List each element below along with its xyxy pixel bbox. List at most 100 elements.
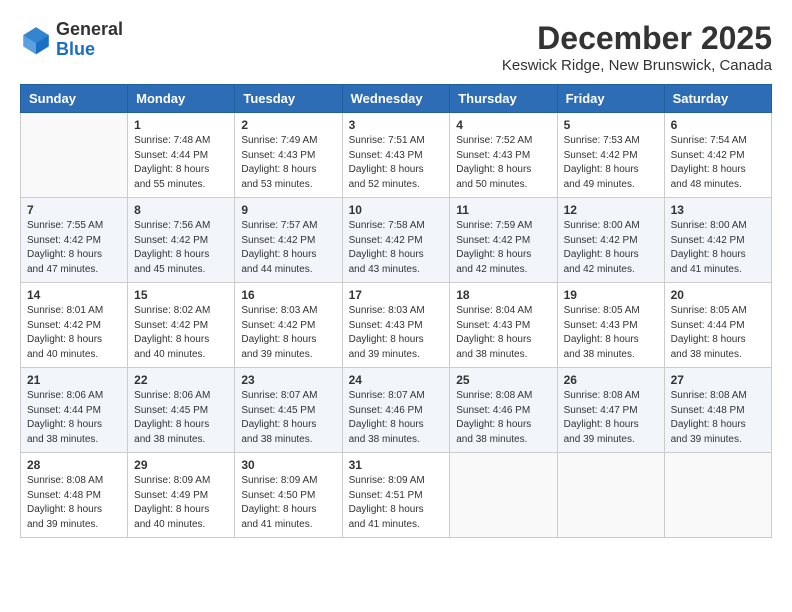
logo-icon — [20, 24, 52, 56]
day-number: 14 — [27, 288, 121, 302]
day-number: 4 — [456, 118, 550, 132]
calendar-cell: 2 Sunrise: 7:49 AM Sunset: 4:43 PM Daylig… — [235, 113, 342, 198]
calendar-cell: 21 Sunrise: 8:06 AM Sunset: 4:44 PM Dayli… — [21, 368, 128, 453]
calendar-cell: 6Sunrise: 7:54 AM Sunset: 4:42 PM Daylig… — [664, 113, 771, 198]
day-number: 21 — [27, 373, 121, 387]
day-info: Sunrise: 7:58 AM Sunset: 4:42 PM Dayligh… — [349, 219, 444, 277]
weekday-header-wednesday: Wednesday — [342, 85, 450, 113]
calendar-cell: 22 Sunrise: 8:06 AM Sunset: 4:45 PM Dayli… — [128, 368, 235, 453]
day-info: Sunrise: 7:56 AM Sunset: 4:42 PM Dayligh… — [134, 219, 228, 277]
day-number: 18 — [456, 288, 550, 302]
calendar-cell: 1Sunrise: 7:48 AM Sunset: 4:44 PM Daylig… — [128, 113, 235, 198]
day-number: 9 — [241, 203, 335, 217]
day-number: 7 — [27, 203, 121, 217]
calendar-cell: 11 Sunrise: 7:59 AM Sunset: 4:42 PM Dayli… — [450, 198, 557, 283]
day-info: Sunrise: 8:06 AM Sunset: 4:44 PM Dayligh… — [27, 389, 121, 447]
day-info: Sunrise: 8:07 AM Sunset: 4:45 PM Dayligh… — [241, 389, 335, 447]
day-info: Sunrise: 8:06 AM Sunset: 4:45 PM Dayligh… — [134, 389, 228, 447]
day-info: Sunrise: 7:59 AM Sunset: 4:42 PM Dayligh… — [456, 219, 550, 277]
calendar-cell — [21, 113, 128, 198]
day-number: 23 — [241, 373, 335, 387]
calendar-cell: 24 Sunrise: 8:07 AM Sunset: 4:46 PM Dayli… — [342, 368, 450, 453]
day-info: Sunrise: 8:08 AM Sunset: 4:48 PM Dayligh… — [27, 474, 121, 532]
day-info: Sunrise: 8:03 AM Sunset: 4:43 PM Dayligh… — [349, 304, 444, 362]
weekday-header-row: SundayMondayTuesdayWednesdayThursdayFrid… — [21, 85, 772, 113]
calendar-cell: 18 Sunrise: 8:04 AM Sunset: 4:43 PM Dayli… — [450, 283, 557, 368]
calendar-cell: 30Sunrise: 8:09 AM Sunset: 4:50 PM Dayli… — [235, 453, 342, 538]
calendar-cell: 23 Sunrise: 8:07 AM Sunset: 4:45 PM Dayli… — [235, 368, 342, 453]
calendar-cell: 27 Sunrise: 8:08 AM Sunset: 4:48 PM Dayli… — [664, 368, 771, 453]
calendar-cell: 7 Sunrise: 7:55 AM Sunset: 4:42 PM Daylig… — [21, 198, 128, 283]
day-number: 22 — [134, 373, 228, 387]
page-header: General Blue December 2025 Keswick Ridge… — [20, 20, 772, 74]
calendar-week-row: 7 Sunrise: 7:55 AM Sunset: 4:42 PM Daylig… — [21, 198, 772, 283]
day-info: Sunrise: 8:08 AM Sunset: 4:46 PM Dayligh… — [456, 389, 550, 447]
day-info: Sunrise: 8:08 AM Sunset: 4:48 PM Dayligh… — [671, 389, 765, 447]
day-info: Sunrise: 7:52 AM Sunset: 4:43 PM Dayligh… — [456, 134, 550, 192]
calendar-cell: 25Sunrise: 8:08 AM Sunset: 4:46 PM Dayli… — [450, 368, 557, 453]
calendar-cell: 14 Sunrise: 8:01 AM Sunset: 4:42 PM Dayli… — [21, 283, 128, 368]
day-info: Sunrise: 8:02 AM Sunset: 4:42 PM Dayligh… — [134, 304, 228, 362]
day-info: Sunrise: 7:53 AM Sunset: 4:42 PM Dayligh… — [564, 134, 658, 192]
logo: General Blue — [20, 20, 123, 60]
day-number: 30 — [241, 458, 335, 472]
day-number: 27 — [671, 373, 765, 387]
calendar-cell: 8 Sunrise: 7:56 AM Sunset: 4:42 PM Daylig… — [128, 198, 235, 283]
day-info: Sunrise: 8:08 AM Sunset: 4:47 PM Dayligh… — [564, 389, 658, 447]
calendar-cell: 13Sunrise: 8:00 AM Sunset: 4:42 PM Dayli… — [664, 198, 771, 283]
calendar-header: SundayMondayTuesdayWednesdayThursdayFrid… — [21, 85, 772, 113]
calendar-cell: 16 Sunrise: 8:03 AM Sunset: 4:42 PM Dayli… — [235, 283, 342, 368]
day-number: 11 — [456, 203, 550, 217]
calendar-cell: 3Sunrise: 7:51 AM Sunset: 4:43 PM Daylig… — [342, 113, 450, 198]
calendar-week-row: 28Sunrise: 8:08 AM Sunset: 4:48 PM Dayli… — [21, 453, 772, 538]
day-info: Sunrise: 8:04 AM Sunset: 4:43 PM Dayligh… — [456, 304, 550, 362]
day-number: 19 — [564, 288, 658, 302]
day-info: Sunrise: 8:09 AM Sunset: 4:51 PM Dayligh… — [349, 474, 444, 532]
calendar-cell: 19 Sunrise: 8:05 AM Sunset: 4:43 PM Dayli… — [557, 283, 664, 368]
logo-text: General Blue — [56, 20, 123, 60]
day-number: 24 — [349, 373, 444, 387]
day-number: 10 — [349, 203, 444, 217]
calendar-table: SundayMondayTuesdayWednesdayThursdayFrid… — [20, 84, 772, 538]
day-info: Sunrise: 8:05 AM Sunset: 4:44 PM Dayligh… — [671, 304, 765, 362]
day-number: 31 — [349, 458, 444, 472]
day-info: Sunrise: 8:05 AM Sunset: 4:43 PM Dayligh… — [564, 304, 658, 362]
day-number: 29 — [134, 458, 228, 472]
calendar-cell — [664, 453, 771, 538]
calendar-cell: 5Sunrise: 7:53 AM Sunset: 4:42 PM Daylig… — [557, 113, 664, 198]
calendar-cell: 4 Sunrise: 7:52 AM Sunset: 4:43 PM Daylig… — [450, 113, 557, 198]
calendar-week-row: 1Sunrise: 7:48 AM Sunset: 4:44 PM Daylig… — [21, 113, 772, 198]
calendar-cell — [557, 453, 664, 538]
calendar-cell — [450, 453, 557, 538]
day-info: Sunrise: 7:48 AM Sunset: 4:44 PM Dayligh… — [134, 134, 228, 192]
calendar-cell: 28Sunrise: 8:08 AM Sunset: 4:48 PM Dayli… — [21, 453, 128, 538]
day-number: 15 — [134, 288, 228, 302]
day-info: Sunrise: 8:03 AM Sunset: 4:42 PM Dayligh… — [241, 304, 335, 362]
weekday-header-thursday: Thursday — [450, 85, 557, 113]
calendar-body: 1Sunrise: 7:48 AM Sunset: 4:44 PM Daylig… — [21, 113, 772, 538]
day-info: Sunrise: 7:55 AM Sunset: 4:42 PM Dayligh… — [27, 219, 121, 277]
weekday-header-monday: Monday — [128, 85, 235, 113]
day-info: Sunrise: 8:00 AM Sunset: 4:42 PM Dayligh… — [564, 219, 658, 277]
day-number: 20 — [671, 288, 765, 302]
calendar-cell: 12 Sunrise: 8:00 AM Sunset: 4:42 PM Dayli… — [557, 198, 664, 283]
day-number: 16 — [241, 288, 335, 302]
day-info: Sunrise: 8:01 AM Sunset: 4:42 PM Dayligh… — [27, 304, 121, 362]
day-info: Sunrise: 8:07 AM Sunset: 4:46 PM Dayligh… — [349, 389, 444, 447]
day-number: 8 — [134, 203, 228, 217]
day-info: Sunrise: 7:54 AM Sunset: 4:42 PM Dayligh… — [671, 134, 765, 192]
day-number: 26 — [564, 373, 658, 387]
calendar-cell: 26 Sunrise: 8:08 AM Sunset: 4:47 PM Dayli… — [557, 368, 664, 453]
calendar-cell: 29Sunrise: 8:09 AM Sunset: 4:49 PM Dayli… — [128, 453, 235, 538]
title-block: December 2025 Keswick Ridge, New Brunswi… — [502, 20, 772, 74]
calendar-week-row: 14 Sunrise: 8:01 AM Sunset: 4:42 PM Dayli… — [21, 283, 772, 368]
day-number: 12 — [564, 203, 658, 217]
day-number: 3 — [349, 118, 444, 132]
day-number: 13 — [671, 203, 765, 217]
day-number: 2 — [241, 118, 335, 132]
calendar-subtitle: Keswick Ridge, New Brunswick, Canada — [502, 57, 772, 74]
day-info: Sunrise: 7:49 AM Sunset: 4:43 PM Dayligh… — [241, 134, 335, 192]
day-info: Sunrise: 7:57 AM Sunset: 4:42 PM Dayligh… — [241, 219, 335, 277]
weekday-header-tuesday: Tuesday — [235, 85, 342, 113]
calendar-cell: 10 Sunrise: 7:58 AM Sunset: 4:42 PM Dayli… — [342, 198, 450, 283]
